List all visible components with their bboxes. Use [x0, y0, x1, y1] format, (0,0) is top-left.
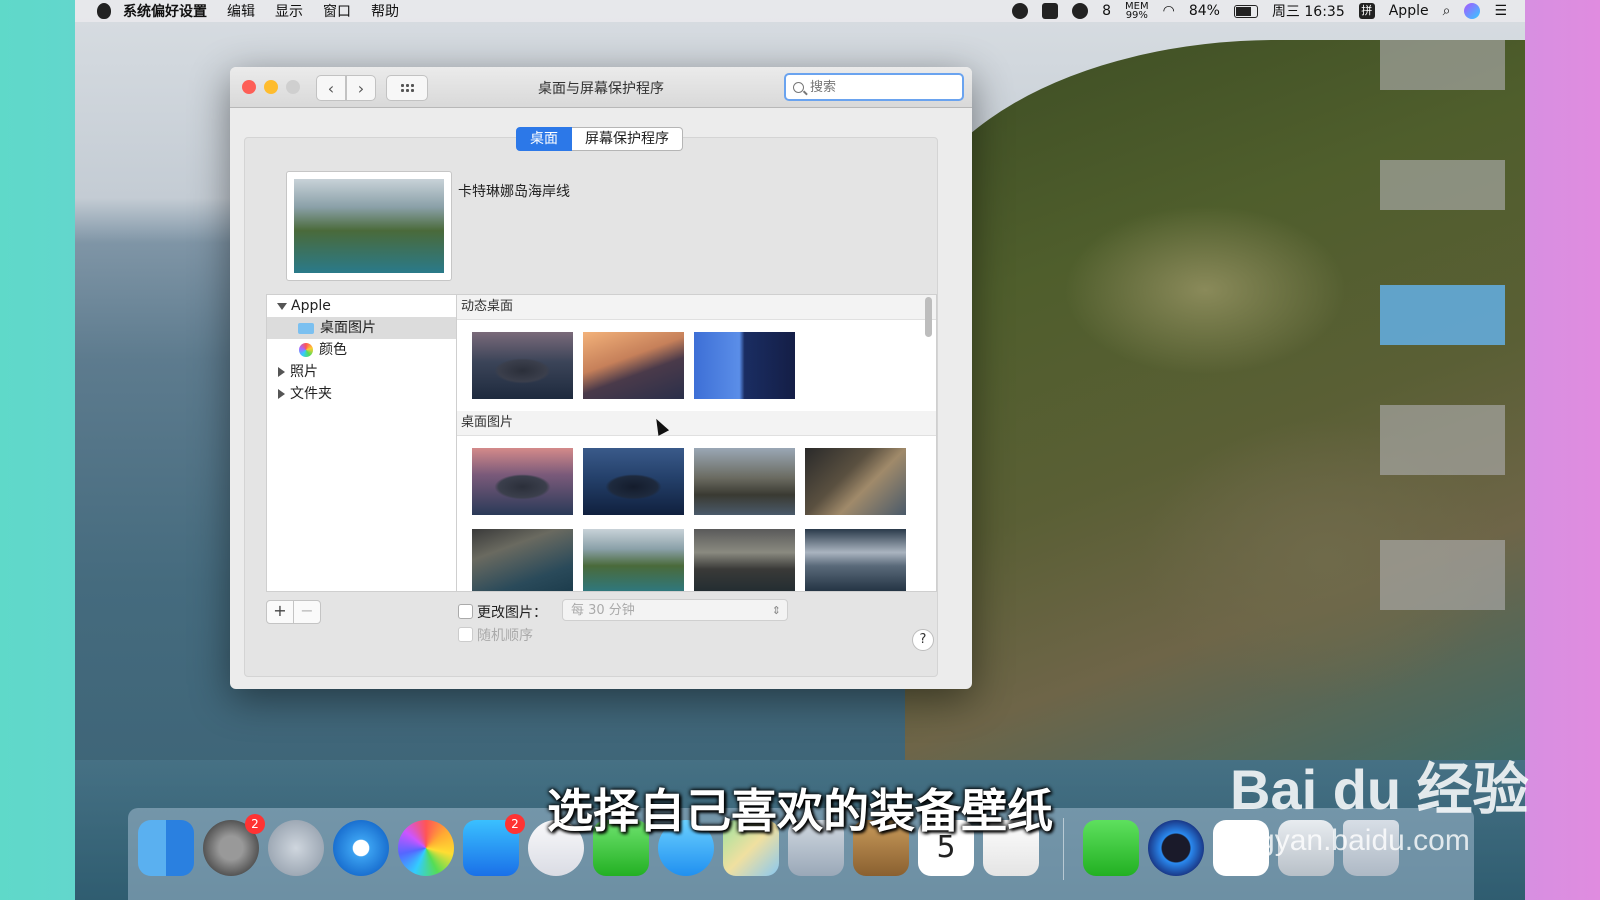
wallpaper-thumb[interactable] [472, 529, 573, 591]
sidebar-item-label: 文件夹 [290, 386, 332, 402]
wallpaper-thumb[interactable] [472, 332, 573, 399]
record-icon[interactable] [1012, 3, 1029, 19]
remove-folder-button[interactable]: − [293, 600, 321, 624]
color-wheel-icon [299, 343, 313, 357]
wechat-count: 8 [1102, 3, 1112, 19]
wps-icon[interactable] [1042, 3, 1059, 19]
disclosure-right-icon[interactable] [278, 389, 285, 399]
sidebar-item-label: 照片 [290, 364, 318, 380]
sidebar-item-desktop-pictures[interactable]: 桌面图片 [267, 317, 457, 339]
wallpaper-gallery: 动态桌面 桌面图片 [456, 294, 937, 592]
random-order-label: 随机顺序 [477, 628, 533, 644]
mem-value: 99% [1125, 10, 1148, 21]
sidebar-item-label: Apple [291, 298, 331, 314]
folder-icon [298, 322, 314, 334]
wallpaper-thumb[interactable] [472, 448, 573, 515]
sidebar-item-colors[interactable]: 颜色 [267, 339, 457, 361]
search-input[interactable] [808, 78, 952, 96]
notification-center-icon[interactable]: ☰ [1494, 3, 1507, 19]
wifi-icon[interactable]: ◠ [1163, 3, 1175, 19]
tab-bar: 桌面 屏幕保护程序 [516, 127, 683, 151]
wallpaper-thumb[interactable] [805, 529, 906, 591]
baidu-watermark-url: jingyan.baidu.com [1228, 824, 1470, 857]
section-header-dynamic: 动态桌面 [457, 295, 936, 320]
sidebar-item-folders[interactable]: 文件夹 [267, 383, 457, 405]
wechat-icon[interactable] [1072, 3, 1089, 19]
clock[interactable]: 周三 16:35 [1272, 1, 1345, 21]
blurred-desktop-icons [1380, 30, 1505, 650]
interval-select[interactable]: 每 30 分钟 ⇕ [562, 599, 788, 621]
menu-edit[interactable]: 编辑 [227, 1, 255, 21]
search-icon [793, 81, 804, 93]
tab-desktop[interactable]: 桌面 [516, 127, 572, 151]
section-header-desktop-pictures: 桌面图片 [457, 411, 936, 436]
menu-window[interactable]: 窗口 [323, 1, 351, 21]
desktop-picture-row [457, 527, 936, 591]
sidebar-item-label: 颜色 [319, 342, 347, 358]
change-picture-label: 更改图片： [477, 605, 547, 621]
sidebar-item-photos[interactable]: 照片 [267, 361, 457, 383]
help-button[interactable]: ? [912, 629, 934, 651]
menu-view[interactable]: 显示 [275, 1, 303, 21]
input-method-icon[interactable]: 拼 [1358, 3, 1375, 19]
wallpaper-thumb[interactable] [694, 332, 795, 399]
random-order-checkbox[interactable] [458, 627, 473, 642]
wallpaper-thumb[interactable] [583, 448, 684, 515]
spotlight-icon[interactable]: ⌕ [1443, 3, 1451, 19]
wallpaper-thumb[interactable] [694, 529, 795, 591]
source-list: Apple 桌面图片 颜色 照片 文件夹 [266, 294, 457, 592]
disclosure-down-icon[interactable] [277, 302, 287, 310]
tab-screensaver[interactable]: 屏幕保护程序 [572, 127, 683, 151]
wallpaper-thumb[interactable] [694, 448, 795, 515]
menu-help[interactable]: 帮助 [371, 1, 399, 21]
wallpaper-thumb[interactable] [805, 448, 906, 515]
change-picture-checkbox[interactable] [458, 604, 473, 619]
menu-app-name[interactable]: 系统偏好设置 [123, 1, 207, 21]
baidu-watermark-logo: Bai du 经验 [1230, 758, 1529, 821]
sidebar-item-label: 桌面图片 [320, 320, 376, 336]
desktop-picture-row [457, 436, 936, 527]
disclosure-right-icon[interactable] [278, 367, 285, 377]
apple-menu-icon[interactable] [97, 3, 111, 19]
battery-icon[interactable] [1233, 4, 1258, 18]
search-field[interactable] [784, 73, 964, 101]
siri-icon[interactable] [1464, 3, 1481, 19]
select-arrows-icon: ⇕ [771, 604, 781, 617]
wallpaper-thumb[interactable] [583, 529, 684, 591]
menu-bar: 系统偏好设置 编辑 显示 窗口 帮助 8 MEM 99% ◠ 84% 周三 16:… [75, 0, 1525, 22]
window-titlebar[interactable]: ‹ › 桌面与屏幕保护程序 [230, 67, 972, 108]
desktop-screensaver-window: ‹ › 桌面与屏幕保护程序 桌面 屏幕保护程序 卡特琳娜岛海岸线 Apple [230, 67, 972, 689]
add-folder-button[interactable]: + [266, 600, 294, 624]
sidebar-item-apple[interactable]: Apple [267, 295, 457, 317]
battery-percent: 84% [1188, 3, 1220, 19]
current-wallpaper-name: 卡特琳娜岛海岸线 [458, 184, 570, 200]
preview-image [294, 179, 444, 273]
dynamic-wallpaper-row [457, 320, 936, 411]
gallery-scrollbar[interactable] [925, 297, 932, 337]
current-wallpaper-preview [286, 171, 452, 281]
wallpaper-thumb[interactable] [583, 332, 684, 399]
user-name[interactable]: Apple [1389, 3, 1429, 19]
memory-status[interactable]: MEM 99% [1125, 2, 1149, 21]
interval-value: 每 30 分钟 [571, 603, 635, 618]
